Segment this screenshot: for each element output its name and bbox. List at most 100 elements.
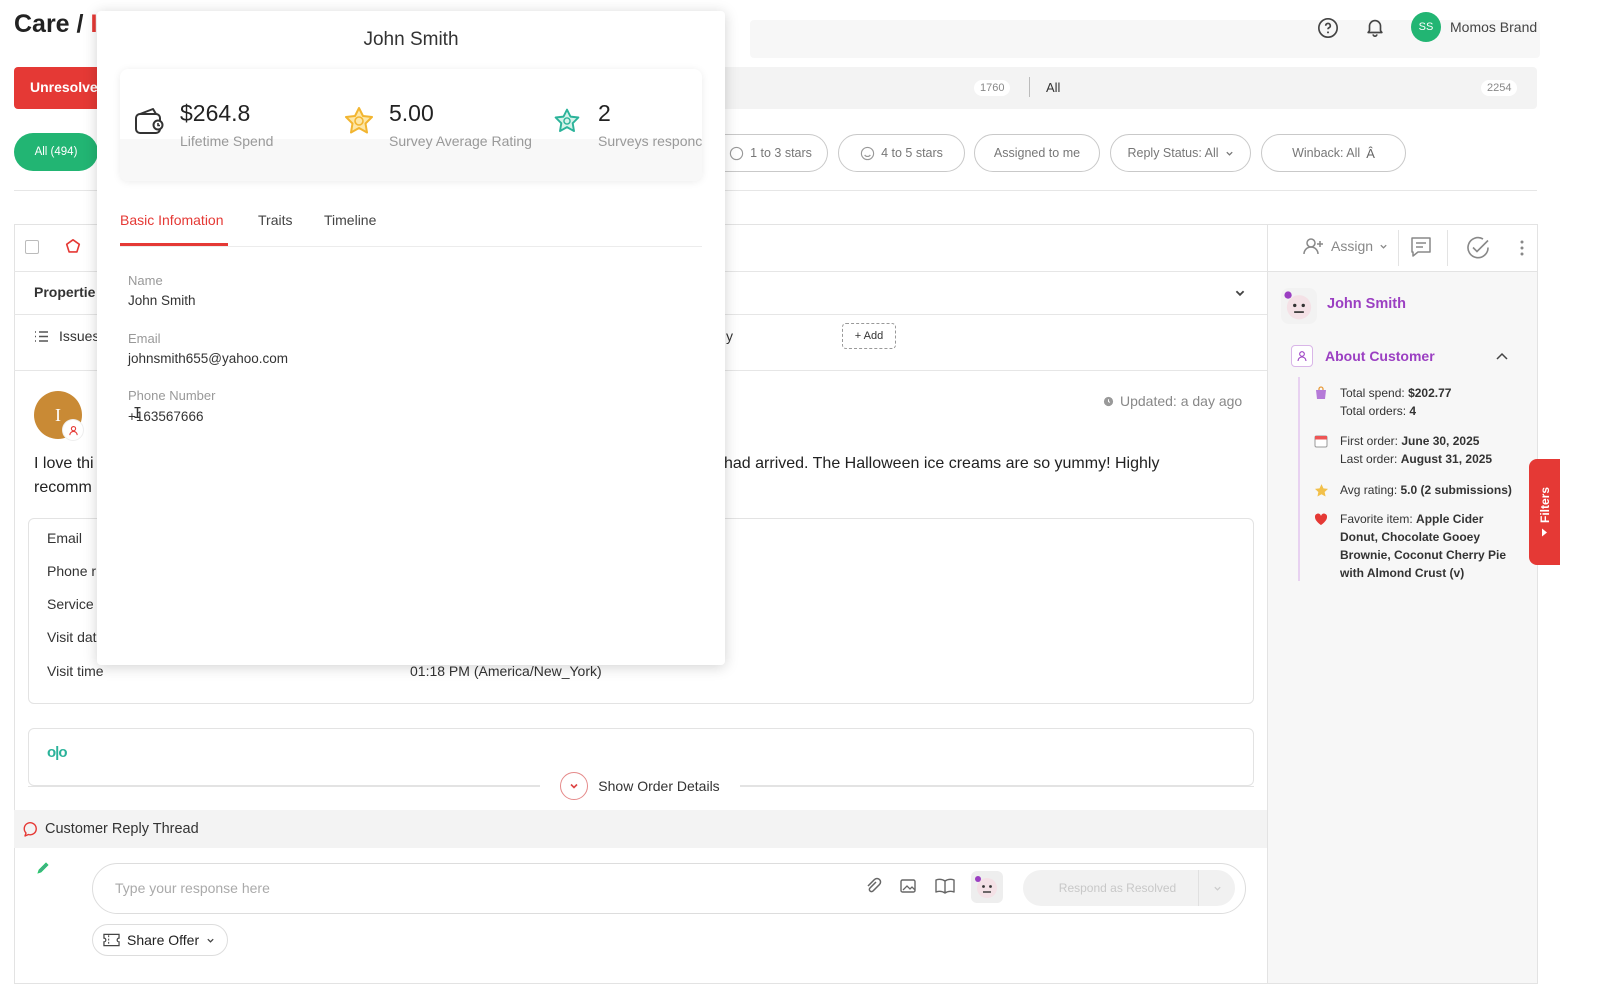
survey-rating-label: Survey Average Rating <box>389 133 532 149</box>
customer-icon <box>1291 345 1313 367</box>
field-email-value: johnsmith655@yahoo.com <box>128 351 289 366</box>
clock-icon <box>1103 396 1114 407</box>
favorite-line-2: Donut, Chocolate Gooey <box>1340 530 1481 544</box>
filter-all-button[interactable]: All (494) <box>14 133 98 171</box>
total-spend-label: Total spend: <box>1340 386 1405 400</box>
paperclip-icon[interactable] <box>864 877 882 895</box>
tab-unresolved-label: Unresolve <box>30 79 98 95</box>
filter-reply-status[interactable]: Reply Status: All <box>1110 134 1251 172</box>
star-badge-icon <box>343 105 375 137</box>
detail-email-label: Email <box>47 530 83 546</box>
status-tabs-bar <box>715 67 1537 109</box>
page-title: Care / I <box>14 10 97 39</box>
assign-button[interactable]: Assign <box>1303 236 1388 256</box>
wallet-icon <box>133 105 165 137</box>
stat-favorite: Favorite item: Apple Cider Donut, Chocol… <box>1312 510 1506 582</box>
survey-star-icon <box>553 107 581 135</box>
tab-divider <box>1029 77 1030 97</box>
detail-phone-label: Phone r <box>47 563 97 579</box>
ai-assistant-icon[interactable] <box>971 871 1003 903</box>
pos-logo-icon: o|o <box>47 744 68 761</box>
toolbar-divider <box>1398 230 1399 266</box>
chevron-down-icon <box>1379 242 1388 251</box>
survey-rating-value: 5.00 <box>389 100 434 126</box>
filter-reply-status-label: Reply Status: All <box>1127 146 1219 160</box>
avg-rating-value: 5.0 (2 submissions) <box>1400 483 1512 497</box>
chevron-down-icon <box>206 936 215 945</box>
filters-side-tab[interactable]: Filters <box>1529 459 1560 565</box>
filter-winback[interactable]: Winback: All Â <box>1261 134 1406 172</box>
total-orders-value: 4 <box>1409 404 1417 418</box>
detail-visit-time-value: 01:18 PM (America/New_York) <box>410 663 602 679</box>
avatar[interactable]: SS <box>1411 12 1441 42</box>
chevron-up-icon[interactable] <box>1495 350 1509 362</box>
updated-timestamp: Updated: a day ago <box>1120 393 1243 409</box>
add-issue-label: + Add <box>854 330 884 342</box>
tab-traits[interactable]: Traits <box>258 212 292 228</box>
customer-avatar <box>1281 288 1317 324</box>
filter-assigned-to-me[interactable]: Assigned to me <box>974 134 1100 172</box>
filter-4-to-5-stars[interactable]: 4 to 5 stars <box>838 134 965 172</box>
partial-label: y <box>726 328 733 344</box>
chevron-down-icon <box>1225 149 1234 158</box>
filter-1-to-3-stars[interactable]: 1 to 3 stars <box>714 134 828 172</box>
brand-name[interactable]: Momos Brand <box>1450 19 1537 35</box>
list-icon <box>34 330 49 343</box>
page-title-prefix: Care / <box>14 10 84 38</box>
image-icon[interactable] <box>899 877 917 895</box>
smile-face-icon <box>860 146 875 161</box>
detail-service-label: Service <box>47 596 94 612</box>
tab-basic-information[interactable]: Basic Infomation <box>120 212 224 228</box>
filter-assigned-label: Assigned to me <box>993 146 1081 160</box>
check-circle-icon[interactable] <box>1465 235 1491 261</box>
detail-visit-time-label: Visit time <box>47 663 104 679</box>
chevron-down-icon[interactable] <box>1234 287 1246 299</box>
tab-count-badge: 1760 <box>974 80 1011 96</box>
calendar-icon <box>1312 432 1330 450</box>
more-vertical-icon[interactable] <box>1516 238 1528 258</box>
about-customer-rail <box>1298 377 1300 581</box>
chat-bubble-icon <box>23 821 39 837</box>
lifetime-spend-label: Lifetime Spend <box>180 133 274 149</box>
tab-all[interactable]: All <box>1046 80 1060 95</box>
bell-icon[interactable] <box>1363 15 1387 39</box>
review-text-left-1: I love thi <box>34 455 94 472</box>
field-phone-label: Phone Number <box>128 388 216 403</box>
detail-visit-date-label: Visit dat <box>47 629 97 645</box>
book-icon[interactable] <box>934 876 956 896</box>
respond-resolved-label: Respond as Resolved <box>1058 881 1177 895</box>
tab-timeline[interactable]: Timeline <box>324 212 376 228</box>
about-customer-title[interactable]: About Customer <box>1325 348 1435 364</box>
properties-label[interactable]: Propertie <box>34 284 95 300</box>
filter-all-label: All (494) <box>34 146 78 158</box>
tab-count-badge: 2254 <box>1481 80 1518 96</box>
show-order-details-button[interactable]: Show Order Details <box>540 771 740 801</box>
favorite-label: Favorite item: <box>1340 512 1413 526</box>
share-offer-button[interactable]: Share Offer <box>92 924 228 956</box>
favorite-line-1: Apple Cider <box>1416 512 1484 526</box>
caret-right-icon <box>1541 528 1548 537</box>
avg-rating-label: Avg rating: <box>1340 483 1398 497</box>
add-user-icon <box>1303 236 1325 256</box>
respond-resolved-button[interactable]: Respond as Resolved <box>1023 870 1235 906</box>
heart-icon <box>1312 510 1330 528</box>
reviewer-avatar-letter: I <box>55 404 61 425</box>
last-order-label: Last order: <box>1340 452 1398 466</box>
avatar-initials: SS <box>1418 21 1434 33</box>
help-circle-icon[interactable] <box>1316 16 1340 40</box>
comment-icon[interactable] <box>1409 235 1433 259</box>
first-order-value: June 30, 2025 <box>1401 434 1480 448</box>
assign-label: Assign <box>1331 238 1374 254</box>
star-icon <box>1312 481 1330 499</box>
last-order-value: August 31, 2025 <box>1400 452 1493 466</box>
filter-1-to-3-label: 1 to 3 stars <box>750 146 812 160</box>
filter-winback-label: Winback: All <box>1292 146 1361 160</box>
toolbar-divider <box>1447 230 1448 266</box>
add-issue-button[interactable]: + Add <box>842 323 896 349</box>
chevron-down-icon[interactable] <box>1199 884 1235 893</box>
select-checkbox[interactable] <box>25 240 39 254</box>
reply-thread-header <box>14 810 1267 848</box>
review-text-left-2: recomm <box>34 479 92 496</box>
sidebar-customer-name[interactable]: John Smith <box>1327 296 1406 312</box>
first-order-label: First order: <box>1340 434 1399 448</box>
